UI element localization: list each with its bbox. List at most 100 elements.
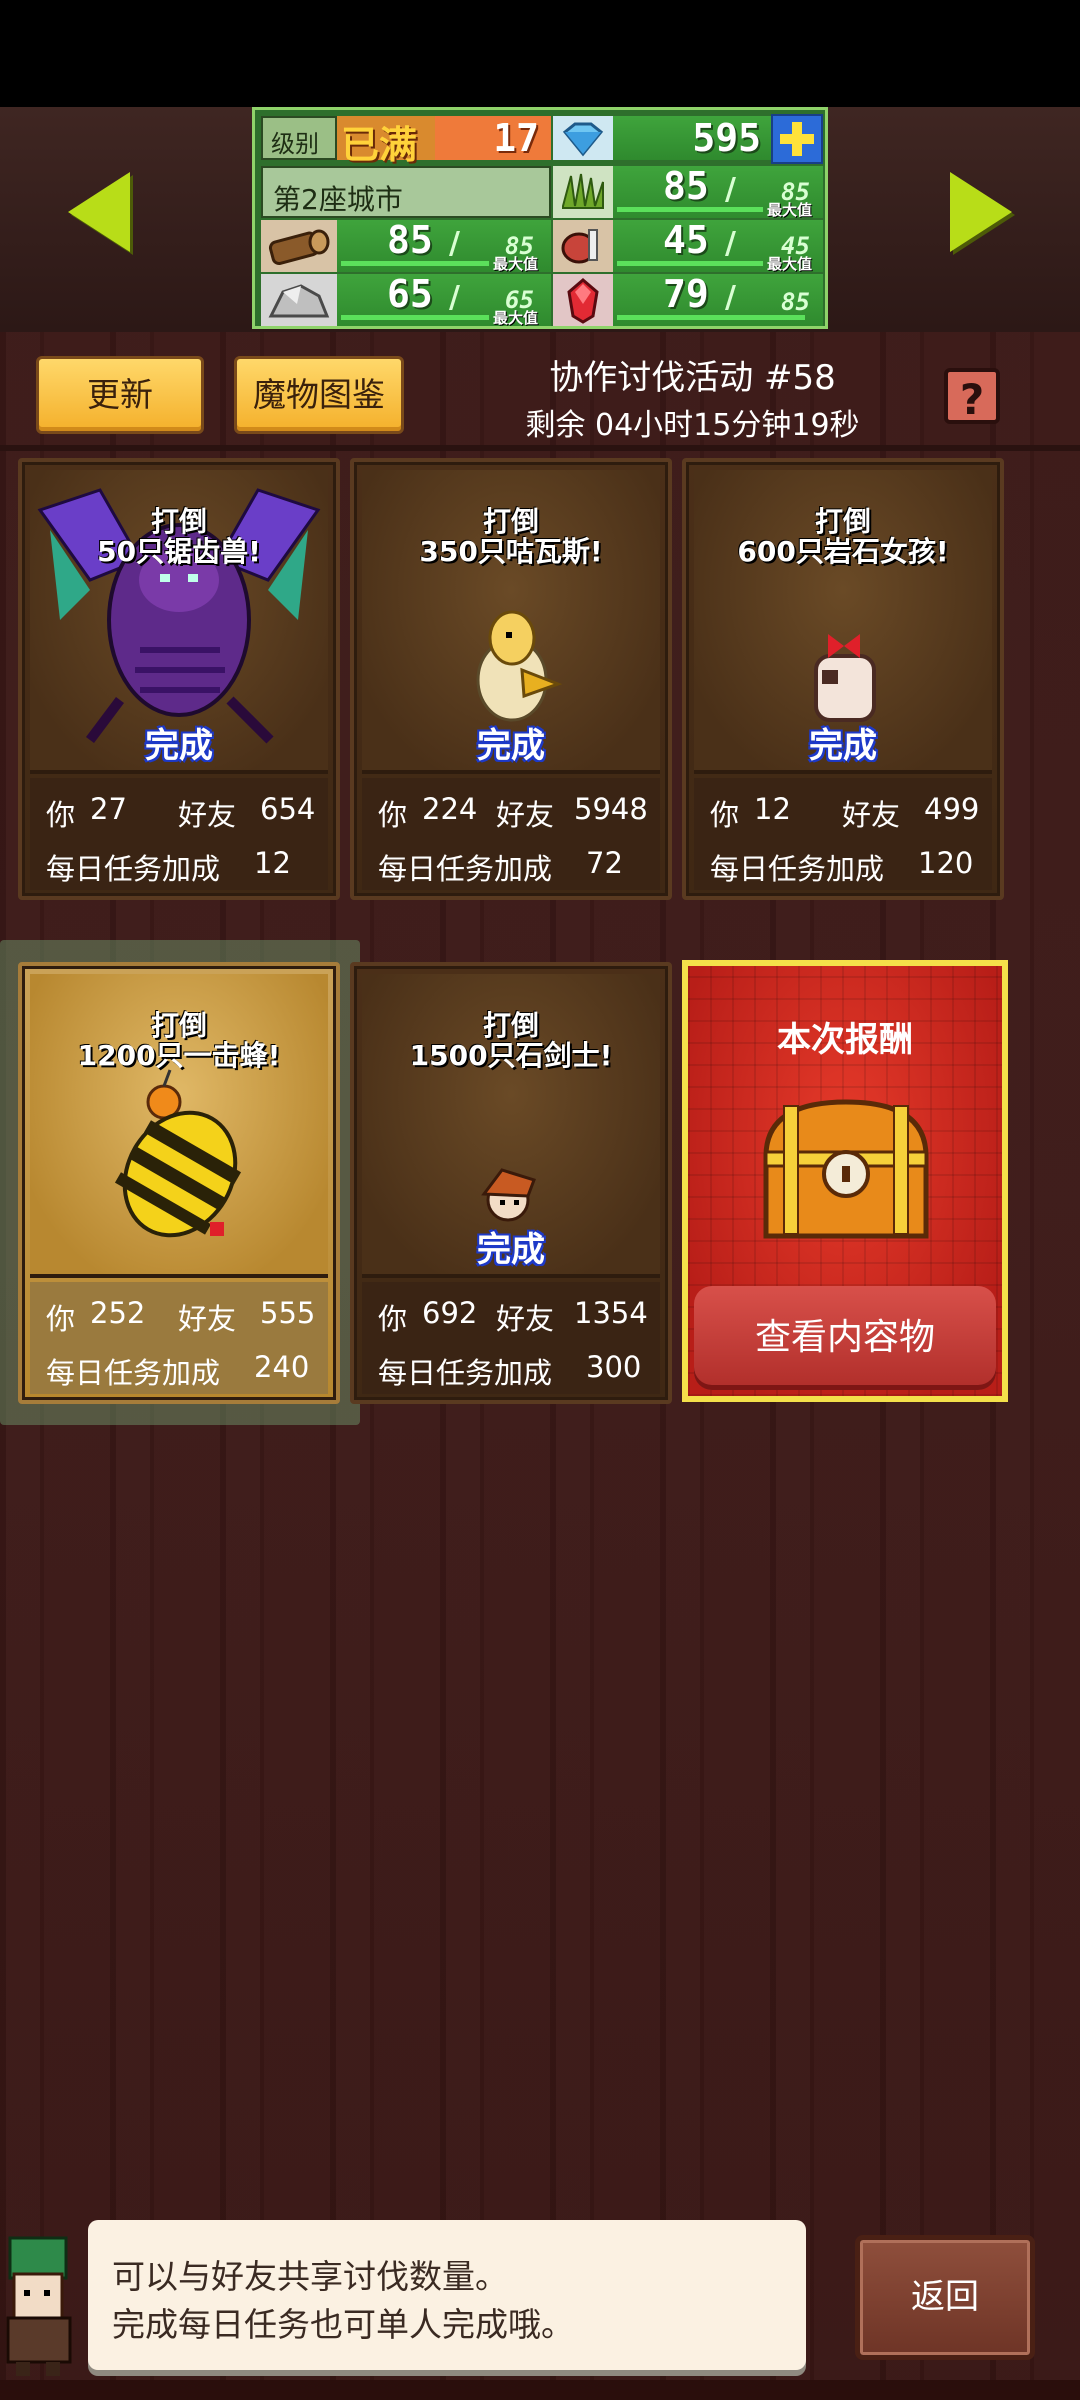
quest-title-line2: 1200只一击蜂!	[77, 1039, 281, 1072]
meat-separator: /	[725, 226, 736, 261]
hint-line-2: 完成每日任务也可单人完成哦。	[112, 2305, 574, 2344]
daily-bonus-value: 300	[586, 1350, 642, 1384]
grass-resource-box: 85 / 85 最大值	[613, 164, 823, 219]
header-divider	[0, 445, 1080, 451]
npc-advisor-avatar	[6, 2236, 72, 2376]
gem-count-box: 595	[613, 116, 771, 160]
quest-card-4[interactable]: 打倒 1200只一击蜂! 你 252 好友 555 每日任务加成 240	[18, 962, 340, 1404]
you-count: 224	[422, 792, 478, 826]
level-value-box: 17	[435, 116, 551, 160]
daily-bonus-label: 每日任务加成	[46, 1356, 221, 1390]
wood-max-label: 最大值	[493, 255, 539, 273]
grass-icon	[553, 166, 613, 218]
prev-city-arrow-icon[interactable]	[68, 172, 130, 252]
stone-icon	[261, 274, 337, 326]
refresh-button[interactable]: 更新	[36, 356, 204, 434]
quest-title-line2: 1500只石剑士!	[409, 1039, 613, 1072]
you-count: 252	[90, 1296, 146, 1330]
quest-complete-label: 完成	[809, 726, 877, 766]
level-label-box: 级别	[261, 116, 337, 160]
you-count: 692	[422, 1296, 478, 1330]
help-button[interactable]: ?	[944, 368, 1000, 424]
friends-count: 1354	[574, 1296, 648, 1330]
quest-title-line2: 350只咕瓦斯!	[419, 535, 603, 568]
friends-count: 499	[924, 792, 980, 826]
hint-dialog: 可以与好友共享讨伐数量。 完成每日任务也可单人完成哦。	[88, 2220, 806, 2370]
level-label: 级别	[271, 130, 319, 158]
friends-label: 好友	[496, 1302, 555, 1336]
daily-bonus-label: 每日任务加成	[46, 852, 221, 886]
quest-stats: 你 224 好友 5948 每日任务加成 72	[362, 778, 660, 890]
quest-title-line1: 打倒	[482, 1009, 539, 1042]
back-button[interactable]: 返回	[855, 2235, 1035, 2360]
hint-line-1: 可以与好友共享讨伐数量。	[112, 2257, 508, 2296]
wood-resource-box: 85 / 85 最大值	[337, 218, 551, 273]
daily-bonus-value: 12	[254, 846, 291, 880]
city-name-box: 第2座城市	[261, 166, 551, 218]
daily-bonus-value: 240	[254, 1350, 310, 1384]
quest-title-line1: 打倒	[150, 1009, 207, 1042]
stone-max-label: 最大值	[493, 309, 539, 327]
meat-resource-box: 45 / 45 最大值	[613, 218, 823, 273]
buy-gems-plus-button[interactable]	[771, 114, 823, 164]
ruby-resource-box: 79 / 85	[613, 272, 823, 326]
quest-complete-label: 完成	[477, 726, 545, 766]
next-city-arrow-icon[interactable]	[950, 172, 1012, 252]
grass-max-label: 最大值	[767, 201, 813, 219]
quest-card-1[interactable]: 打倒 50只锯齿兽! 完成 你 27 好友 654 每日任务加成 12	[18, 458, 340, 900]
reward-card: 本次报酬 查看内容物	[682, 960, 1008, 1402]
grass-separator: /	[725, 172, 736, 207]
grass-progress-bar	[617, 207, 763, 212]
quest-stats: 你 252 好友 555 每日任务加成 240	[30, 1282, 328, 1394]
level-status: 已满	[341, 123, 418, 167]
stone-resource-box: 65 / 65 最大值	[337, 272, 551, 327]
view-contents-button[interactable]: 查看内容物	[694, 1286, 996, 1390]
quest-title-line1: 打倒	[150, 505, 207, 538]
quest-card-5[interactable]: 打倒 1500只石剑士! 完成 你 692 好友 1354 每日任务加成 300	[350, 962, 672, 1404]
quest-stats: 你 692 好友 1354 每日任务加成 300	[362, 1282, 660, 1394]
quest-card-3[interactable]: 打倒 600只岩石女孩! 完成 你 12 好友 499 每日任务加成 120	[682, 458, 1004, 900]
event-title: 协作讨伐活动 #58	[549, 358, 836, 398]
city-name: 第2座城市	[273, 183, 403, 216]
friends-label: 好友	[178, 798, 237, 832]
daily-bonus-value: 120	[918, 846, 974, 880]
you-label: 你	[46, 1302, 76, 1336]
meat-max-label: 最大值	[767, 255, 813, 273]
gem-count: 595	[692, 116, 761, 160]
meat-icon	[553, 220, 613, 272]
you-label: 你	[378, 1302, 408, 1336]
status-bar	[0, 0, 1080, 107]
bottom-strip	[0, 2380, 1080, 2400]
friends-count: 5948	[574, 792, 648, 826]
level-value: 17	[493, 116, 539, 160]
stone-progress-bar	[341, 315, 489, 320]
quest-complete-label: 完成	[477, 1230, 545, 1270]
quest-stats: 你 12 好友 499 每日任务加成 120	[694, 778, 992, 890]
treasure-chest-icon	[763, 1099, 929, 1239]
quest-complete-label: 完成	[145, 726, 213, 766]
wood-value: 85	[387, 218, 433, 262]
friends-count: 555	[260, 1296, 316, 1330]
quest-title-line1: 打倒	[482, 505, 539, 538]
quest-card-2[interactable]: 打倒 350只咕瓦斯! 完成 你 224 好友 5948 每日任务加成 72	[350, 458, 672, 900]
quest-title-line2: 50只锯齿兽!	[97, 535, 261, 568]
friends-label: 好友	[496, 798, 555, 832]
friends-label: 好友	[842, 798, 901, 832]
you-label: 你	[46, 798, 76, 832]
you-label: 你	[378, 798, 408, 832]
you-label: 你	[710, 798, 740, 832]
quest-stats: 你 27 好友 654 每日任务加成 12	[30, 778, 328, 890]
bestiary-button[interactable]: 魔物图鉴	[234, 356, 404, 434]
gem-icon	[553, 116, 613, 160]
ruby-max: 85	[781, 288, 810, 316]
reward-title: 本次报酬	[777, 1020, 913, 1060]
daily-bonus-value: 72	[586, 846, 623, 880]
daily-bonus-label: 每日任务加成	[378, 852, 553, 886]
wood-log-icon	[261, 220, 337, 272]
ruby-separator: /	[725, 280, 736, 315]
level-status-box: 已满	[337, 116, 435, 167]
meat-value: 45	[663, 218, 709, 262]
quest-title-line2: 600只岩石女孩!	[737, 535, 949, 568]
friends-label: 好友	[178, 1302, 237, 1336]
grass-value: 85	[663, 164, 709, 208]
